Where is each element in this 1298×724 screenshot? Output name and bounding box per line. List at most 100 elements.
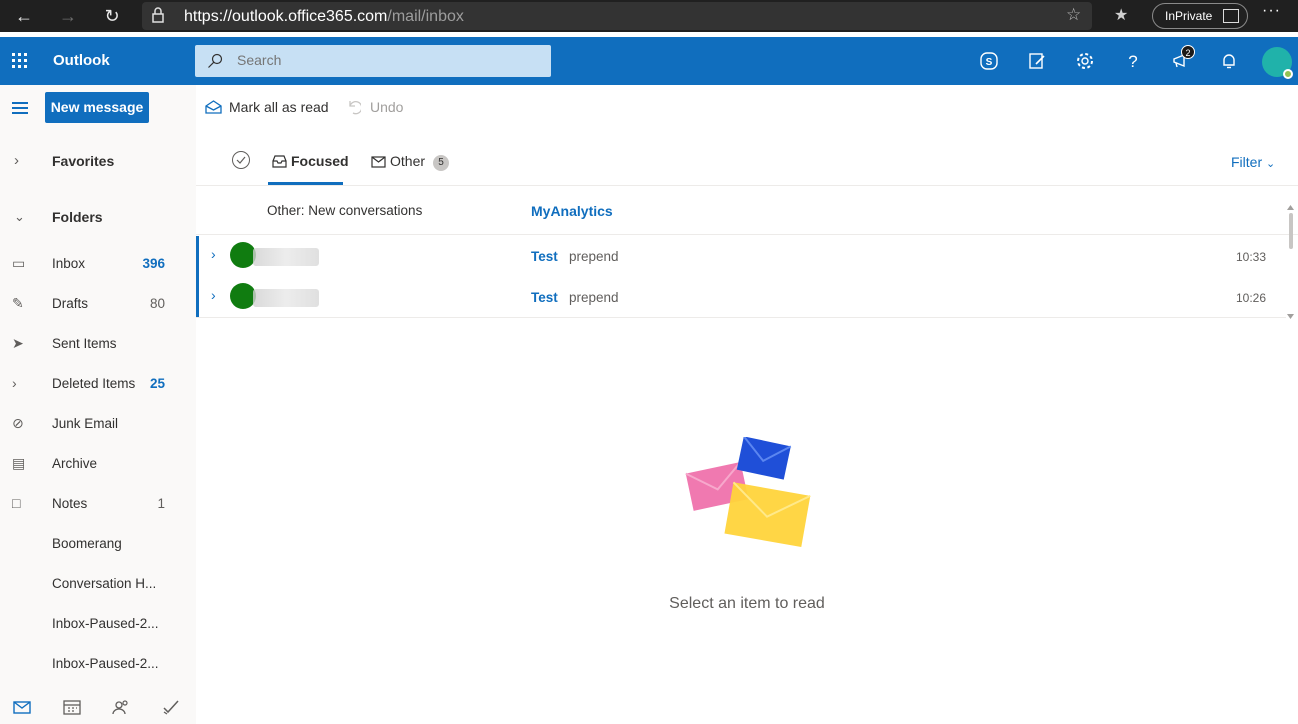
todo-check-icon[interactable] bbox=[161, 698, 181, 716]
calendar-icon[interactable] bbox=[62, 698, 82, 716]
folder-label: Inbox-Paused-2... bbox=[52, 656, 159, 671]
command-bar: Mark all as read Undo bbox=[196, 85, 1298, 129]
notification-count-badge: 2 bbox=[1181, 45, 1195, 59]
folder-count: 80 bbox=[149, 296, 165, 311]
app-launcher-icon[interactable] bbox=[12, 53, 28, 69]
other-notice-text: Other: New conversations bbox=[267, 203, 423, 218]
folder-label: Notes bbox=[52, 496, 88, 511]
focused-inbox-icon bbox=[272, 155, 287, 168]
folders-section[interactable]: ⌄ Folders bbox=[0, 197, 196, 237]
address-url[interactable]: https://outlook.office365.com/mail/inbox bbox=[184, 8, 464, 26]
chevron-down-icon: ⌄ bbox=[14, 209, 25, 224]
sidebar-folder-item[interactable]: Inbox-Paused-2... bbox=[0, 643, 196, 683]
folder-count: 396 bbox=[142, 256, 165, 271]
chevron-right-icon: › bbox=[14, 152, 19, 169]
inprivate-badge[interactable]: InPrivate bbox=[1152, 3, 1248, 29]
tab-focused[interactable]: Focused bbox=[291, 153, 349, 169]
select-all-checkbox[interactable] bbox=[232, 151, 250, 169]
note-icon: □ bbox=[12, 495, 21, 511]
mark-all-read-button[interactable]: Mark all as read bbox=[229, 99, 329, 115]
feedback-edit-icon[interactable] bbox=[1027, 51, 1047, 71]
module-switcher bbox=[0, 692, 196, 724]
folder-count: 25 bbox=[149, 376, 165, 391]
pencil-icon: ✎ bbox=[12, 295, 24, 311]
bell-icon[interactable] bbox=[1219, 51, 1239, 71]
scrollbar-thumb[interactable] bbox=[1289, 213, 1293, 249]
scroll-up-icon[interactable] bbox=[1287, 205, 1294, 210]
mail-icon[interactable] bbox=[12, 698, 32, 716]
other-mail-icon bbox=[371, 156, 386, 168]
skype-icon[interactable]: S bbox=[979, 51, 999, 71]
sidebar-folder-item[interactable]: ➤ Sent Items bbox=[0, 323, 196, 363]
forward-icon[interactable]: → bbox=[56, 4, 80, 28]
people-icon[interactable] bbox=[111, 698, 131, 716]
inprivate-icon bbox=[1223, 9, 1239, 23]
message-subject: Test bbox=[531, 249, 558, 264]
presence-status-icon bbox=[1283, 69, 1293, 79]
sidebar-folder-item[interactable]: Conversation H... bbox=[0, 563, 196, 603]
browser-toolbar: ← → ↻ https://outlook.office365.com/mail… bbox=[0, 0, 1298, 32]
browser-more-icon[interactable]: ··· bbox=[1262, 2, 1281, 20]
message-preview: prepend bbox=[569, 290, 619, 305]
filter-button[interactable]: Filter ⌄ bbox=[1231, 154, 1275, 170]
sidebar-folder-item[interactable]: ⊘ Junk Email bbox=[0, 403, 196, 443]
folder-label: Inbox-Paused-2... bbox=[52, 616, 159, 631]
svg-text:?: ? bbox=[1128, 52, 1137, 71]
folder-pane: New message › Favorites ⌄ Folders ▭ Inbox… bbox=[0, 85, 196, 724]
app-name[interactable]: Outlook bbox=[53, 52, 110, 69]
back-icon[interactable]: ← bbox=[12, 4, 36, 28]
sender-name-redacted bbox=[253, 289, 319, 307]
message-list-scrollbar[interactable] bbox=[1286, 205, 1294, 321]
chevron-right-icon: › bbox=[12, 375, 17, 391]
settings-gear-icon[interactable] bbox=[1075, 51, 1095, 71]
inbox-pivot-bar: Focused Other 5 Filter ⌄ bbox=[196, 129, 1298, 186]
other-count-badge: 5 bbox=[433, 155, 449, 171]
refresh-icon[interactable]: ↻ bbox=[100, 4, 124, 28]
message-time: 10:33 bbox=[1235, 250, 1266, 264]
expand-chevron-icon[interactable]: › bbox=[211, 246, 216, 262]
address-bar[interactable]: https://outlook.office365.com/mail/inbox bbox=[142, 2, 1092, 30]
folder-count: 1 bbox=[157, 496, 165, 511]
message-subject: Test bbox=[531, 290, 558, 305]
sidebar-folder-item[interactable]: › Deleted Items 25 bbox=[0, 363, 196, 403]
other-conversations-notice[interactable]: Other: New conversations MyAnalytics bbox=[196, 187, 1298, 235]
tab-focused-underline bbox=[268, 182, 343, 185]
help-icon[interactable]: ? bbox=[1123, 51, 1143, 71]
folder-label: Inbox bbox=[52, 256, 86, 271]
app-header: Outlook S ? 2 bbox=[0, 37, 1298, 85]
expand-chevron-icon[interactable]: › bbox=[211, 287, 216, 303]
scroll-down-icon[interactable] bbox=[1287, 314, 1294, 319]
favorites-list-icon[interactable]: ★ bbox=[1114, 5, 1128, 25]
sidebar-folder-item[interactable]: □ Notes 1 bbox=[0, 483, 196, 523]
favorites-label: Favorites bbox=[52, 153, 115, 169]
tab-other[interactable]: Other bbox=[390, 153, 425, 169]
favorites-section[interactable]: › Favorites bbox=[0, 141, 196, 181]
sidebar-folder-item[interactable]: ▭ Inbox 396 bbox=[0, 243, 196, 283]
favorite-star-icon[interactable]: ☆ bbox=[1066, 5, 1081, 25]
search-box[interactable] bbox=[195, 45, 551, 77]
search-input[interactable] bbox=[237, 52, 537, 68]
inbox-icon: ▭ bbox=[12, 255, 26, 271]
reading-pane-empty-text: Select an item to read bbox=[669, 595, 825, 612]
message-row[interactable]: › Test prepend 10:33 bbox=[196, 236, 1286, 277]
sidebar-folder-item[interactable]: ✎ Drafts 80 bbox=[0, 283, 196, 323]
mark-read-icon bbox=[205, 100, 222, 114]
message-time: 10:26 bbox=[1235, 291, 1266, 305]
new-message-button[interactable]: New message bbox=[45, 92, 149, 123]
sidebar-folder-item[interactable]: Inbox-Paused-2... bbox=[0, 603, 196, 643]
hamburger-menu-icon[interactable] bbox=[12, 102, 30, 114]
filter-label: Filter bbox=[1231, 154, 1263, 170]
list-divider bbox=[196, 317, 1286, 318]
inprivate-label: InPrivate bbox=[1165, 9, 1213, 23]
folders-label: Folders bbox=[52, 209, 103, 225]
message-row[interactable]: › Test prepend 10:26 bbox=[196, 277, 1286, 318]
folder-label: Junk Email bbox=[52, 416, 119, 431]
sidebar-folder-item[interactable]: Boomerang bbox=[0, 523, 196, 563]
folder-label: Conversation H... bbox=[52, 576, 157, 591]
sidebar-folder-item[interactable]: ▤ Archive bbox=[0, 443, 196, 483]
undo-button[interactable]: Undo bbox=[370, 99, 403, 115]
empty-envelopes-illustration bbox=[685, 437, 811, 548]
other-notice-sender[interactable]: MyAnalytics bbox=[531, 203, 613, 219]
archive-icon: ▤ bbox=[12, 455, 26, 471]
svg-text:S: S bbox=[986, 57, 993, 68]
